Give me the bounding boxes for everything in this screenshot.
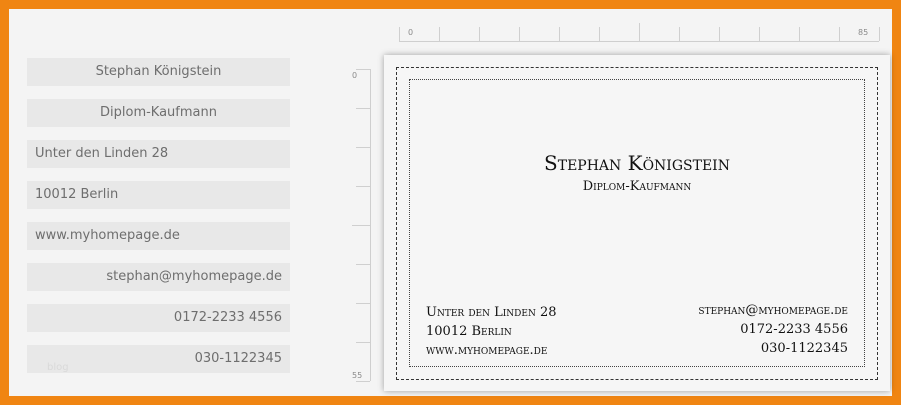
- ruler-tick: [759, 27, 760, 41]
- ruler-tick: [479, 27, 480, 41]
- ruler-label-end: 85: [858, 28, 869, 37]
- ruler-tick: [639, 23, 640, 41]
- ruler-tick: [879, 27, 880, 41]
- ruler-tick: [799, 27, 800, 41]
- ruler-tick: [356, 186, 370, 187]
- name-field[interactable]: Stephan Königstein: [27, 58, 290, 86]
- horizontal-ruler: 0 85: [399, 23, 880, 42]
- ruler-tick: [352, 225, 370, 226]
- ruler-label-bottom: 55: [352, 371, 363, 380]
- ruler-tick: [439, 27, 440, 41]
- ruler-tick: [399, 27, 400, 41]
- ruler-tick: [599, 27, 600, 41]
- ruler-label-start: 0: [408, 28, 414, 37]
- ruler-tick: [719, 27, 720, 41]
- card-website: www.myhomepage.de: [426, 343, 548, 358]
- ruler-label-top: 0: [352, 71, 358, 80]
- card-email: stephan@myhomepage.de: [698, 303, 848, 318]
- card-address-block: Unter den Linden 28 10012 Berlin www.myh…: [426, 303, 557, 360]
- ruler-tick: [356, 108, 370, 109]
- ruler-tick: [356, 303, 370, 304]
- card-phone: 030-1122345: [760, 341, 848, 356]
- ruler-tick: [356, 147, 370, 148]
- title-field[interactable]: Diplom-Kaufmann: [27, 99, 290, 127]
- watermark-text: blog: [47, 362, 69, 373]
- mobile-field[interactable]: 0172-2233 4556: [27, 304, 290, 332]
- card-city: 10012 Berlin: [426, 324, 512, 339]
- ruler-tick: [679, 27, 680, 41]
- card-title: Diplom-Kaufmann: [582, 179, 692, 194]
- ruler-tick: [356, 381, 370, 382]
- business-card-preview: Stephan Königstein Diplom-Kaufmann Unter…: [384, 55, 890, 391]
- card-street: Unter den Linden 28: [426, 305, 557, 320]
- ruler-tick: [356, 342, 370, 343]
- website-field[interactable]: www.myhomepage.de: [27, 222, 290, 250]
- ruler-tick: [839, 27, 840, 41]
- ruler-tick: [356, 264, 370, 265]
- card-contact-block: stephan@myhomepage.de 0172-2233 4556 030…: [698, 301, 848, 358]
- vertical-ruler: 0 55: [352, 69, 371, 382]
- app-frame: Stephan Königstein Diplom-Kaufmann Unter…: [0, 0, 901, 405]
- card-name: Stephan Königstein: [544, 151, 730, 175]
- email-field[interactable]: stephan@myhomepage.de: [27, 263, 290, 291]
- ruler-tick: [559, 27, 560, 41]
- city-field[interactable]: 10012 Berlin: [27, 181, 290, 209]
- street-field[interactable]: Unter den Linden 28: [27, 140, 290, 168]
- card-mobile: 0172-2233 4556: [740, 322, 848, 337]
- ruler-tick: [356, 69, 370, 70]
- ruler-tick: [519, 27, 520, 41]
